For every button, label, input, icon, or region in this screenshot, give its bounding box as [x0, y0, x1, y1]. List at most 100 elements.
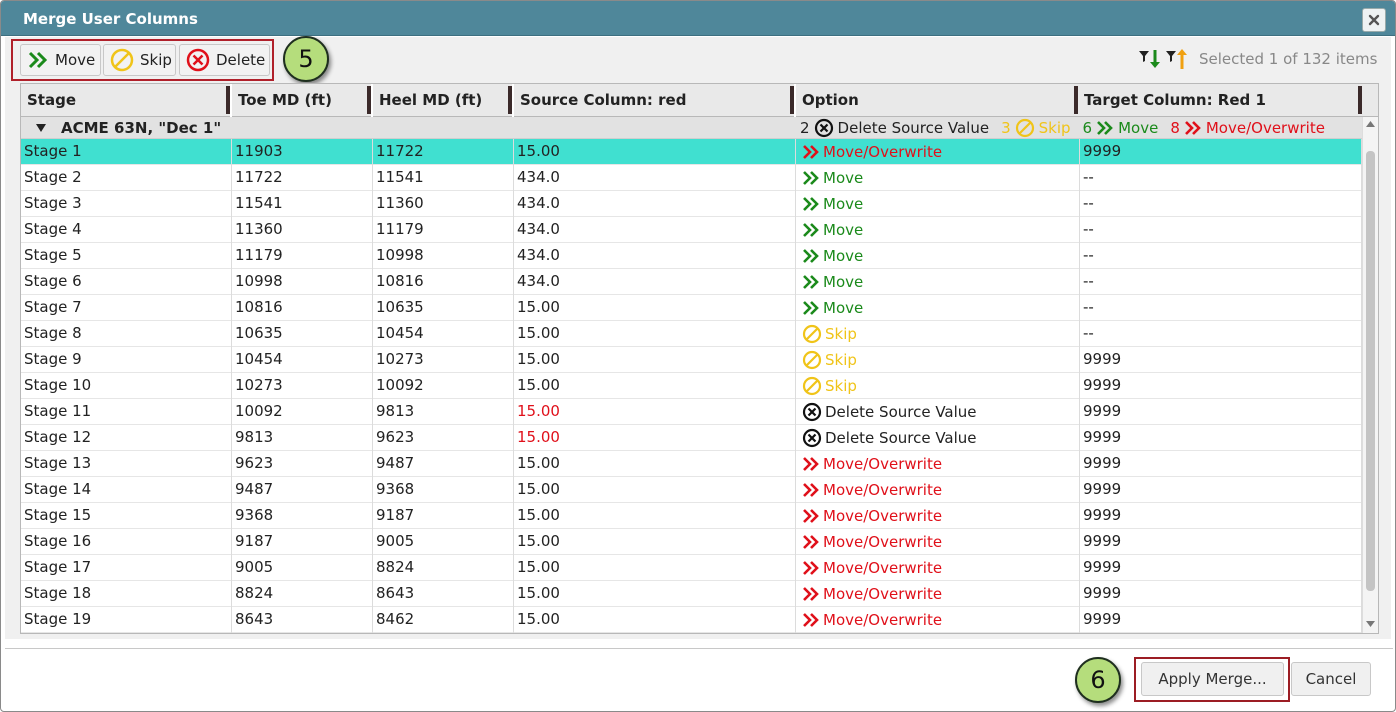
filter-down-icon[interactable] [1137, 47, 1163, 71]
cell-target: -- [1080, 295, 1362, 321]
cell-target: 9999 [1080, 529, 1362, 555]
group-summary: 2 Delete Source Value 3 Skip 6 Move 8 Move/Over… [800, 117, 1325, 139]
cell-option[interactable]: Move [796, 295, 1080, 321]
cell-option[interactable]: Move [796, 191, 1080, 217]
cell-option[interactable]: Skip [796, 321, 1080, 347]
table-row[interactable]: Stage 17 9005 8824 15.00 Move/Overwrite 9999 [21, 555, 1362, 581]
cell-heel: 8462 [373, 607, 514, 633]
column-resize-handle[interactable] [226, 86, 230, 114]
option-icon-wrap [802, 535, 820, 549]
cell-option[interactable]: Move [796, 243, 1080, 269]
cell-target: 9999 [1080, 503, 1362, 529]
scrollbar-thumb[interactable] [1366, 151, 1375, 591]
cell-option[interactable]: Move/Overwrite [796, 529, 1080, 555]
column-header-stage[interactable]: Stage [21, 84, 230, 117]
cell-source: 434.0 [514, 269, 796, 295]
option-label: Move/Overwrite [823, 142, 943, 161]
table-row[interactable]: Stage 18 8824 8643 15.00 Move/Overwrite 9999 [21, 581, 1362, 607]
cell-source: 15.00 [514, 347, 796, 373]
vertical-scrollbar[interactable] [1362, 117, 1378, 633]
scroll-down-icon[interactable] [1366, 621, 1375, 627]
skip-icon [110, 48, 134, 72]
dialog-title: Merge User Columns [23, 10, 198, 28]
column-header-toe-md[interactable]: Toe MD (ft) [232, 84, 371, 117]
option-label: Move [823, 298, 864, 317]
group-summary-count: 8 [1170, 119, 1180, 137]
column-header-target[interactable]: Target Column: Red 1 [1078, 84, 1362, 117]
cell-target: 9999 [1080, 451, 1362, 477]
delete-button[interactable]: Delete [179, 44, 270, 76]
cell-target: 9999 [1080, 347, 1362, 373]
option-label: Move/Overwrite [823, 558, 943, 577]
column-header-spacer [1362, 84, 1378, 117]
table-row[interactable]: Stage 16 9187 9005 15.00 Move/Overwrite 9999 [21, 529, 1362, 555]
cell-toe: 8643 [232, 607, 373, 633]
cell-heel: 8643 [373, 581, 514, 607]
table-row[interactable]: Stage 11 10092 9813 15.00 Delete Source Valu… [21, 399, 1362, 425]
option-label: Move/Overwrite [823, 454, 943, 473]
cell-option[interactable]: Skip [796, 347, 1080, 373]
cell-heel: 10092 [373, 373, 514, 399]
table-row[interactable]: Stage 8 10635 10454 15.00 Skip -- [21, 321, 1362, 347]
cell-option[interactable]: Move/Overwrite [796, 139, 1080, 165]
close-button[interactable] [1362, 8, 1386, 32]
collapse-triangle-icon[interactable] [36, 124, 46, 132]
scroll-up-icon[interactable] [1366, 121, 1375, 127]
table-row[interactable]: Stage 10 10273 10092 15.00 Skip 9999 [21, 373, 1362, 399]
table-row[interactable]: Stage 7 10816 10635 15.00 Move -- [21, 295, 1362, 321]
cell-option[interactable]: Move/Overwrite [796, 581, 1080, 607]
cell-option[interactable]: Delete Source Value [796, 399, 1080, 425]
cell-toe: 9005 [232, 555, 373, 581]
cell-heel: 8824 [373, 555, 514, 581]
table-row[interactable]: Stage 15 9368 9187 15.00 Move/Overwrite 9999 [21, 503, 1362, 529]
column-resize-handle[interactable] [367, 86, 371, 114]
skip-button[interactable]: Skip [103, 44, 176, 76]
table-row[interactable]: Stage 2 11722 11541 434.0 Move -- [21, 165, 1362, 191]
double-chevron-right-icon [803, 145, 819, 159]
table-row[interactable]: Stage 4 11360 11179 434.0 Move -- [21, 217, 1362, 243]
cell-heel: 9187 [373, 503, 514, 529]
cell-option[interactable]: Move [796, 217, 1080, 243]
double-chevron-right-icon [803, 249, 819, 263]
cell-option[interactable]: Move [796, 165, 1080, 191]
dialog-titlebar[interactable]: Merge User Columns [1, 1, 1395, 36]
cell-option[interactable]: Skip [796, 373, 1080, 399]
move-button[interactable]: Move [20, 44, 101, 76]
step-5-callout: 5 [283, 36, 329, 82]
cell-option[interactable]: Delete Source Value [796, 425, 1080, 451]
group-row[interactable]: ACME 63N, "Dec 1" 2 Delete Source Value 3 S… [21, 117, 1362, 139]
column-header-source[interactable]: Source Column: red [514, 84, 794, 117]
cell-option[interactable]: Move/Overwrite [796, 503, 1080, 529]
cell-target: 9999 [1080, 399, 1362, 425]
column-header-heel-md[interactable]: Heel MD (ft) [373, 84, 512, 117]
cell-stage: Stage 12 [21, 425, 232, 451]
table-row[interactable]: Stage 9 10454 10273 15.00 Skip 9999 [21, 347, 1362, 373]
cell-stage: Stage 1 [21, 139, 232, 165]
apply-merge-button[interactable]: Apply Merge... [1141, 662, 1284, 696]
cell-option[interactable]: Move/Overwrite [796, 451, 1080, 477]
filter-up-icon[interactable] [1164, 47, 1190, 71]
column-resize-handle[interactable] [508, 86, 512, 114]
table-row[interactable]: Stage 19 8643 8462 15.00 Move/Overwrite 9999 [21, 607, 1362, 633]
table-row[interactable]: Stage 13 9623 9487 15.00 Move/Overwrite 9999 [21, 451, 1362, 477]
delete-source-icon [814, 118, 833, 138]
cell-option[interactable]: Move/Overwrite [796, 477, 1080, 503]
cell-option[interactable]: Move/Overwrite [796, 555, 1080, 581]
cell-toe: 11722 [232, 165, 373, 191]
option-icon-wrap [802, 350, 822, 370]
column-resize-handle[interactable] [790, 86, 794, 114]
double-chevron-right-icon [803, 223, 819, 237]
cell-source: 15.00 [514, 477, 796, 503]
cell-option[interactable]: Move [796, 269, 1080, 295]
table-row[interactable]: Stage 3 11541 11360 434.0 Move -- [21, 191, 1362, 217]
group-summary-count: 2 [800, 119, 810, 137]
cell-option[interactable]: Move/Overwrite [796, 607, 1080, 633]
table-row[interactable]: Stage 1 11903 11722 15.00 Move/Overwrite 9999 [21, 139, 1362, 165]
table-row[interactable]: Stage 6 10998 10816 434.0 Move -- [21, 269, 1362, 295]
cancel-button[interactable]: Cancel [1291, 662, 1371, 696]
column-header-option[interactable]: Option [796, 84, 1078, 117]
table-row[interactable]: Stage 14 9487 9368 15.00 Move/Overwrite 9999 [21, 477, 1362, 503]
cell-toe: 9813 [232, 425, 373, 451]
table-row[interactable]: Stage 5 11179 10998 434.0 Move -- [21, 243, 1362, 269]
table-row[interactable]: Stage 12 9813 9623 15.00 Delete Source Value… [21, 425, 1362, 451]
